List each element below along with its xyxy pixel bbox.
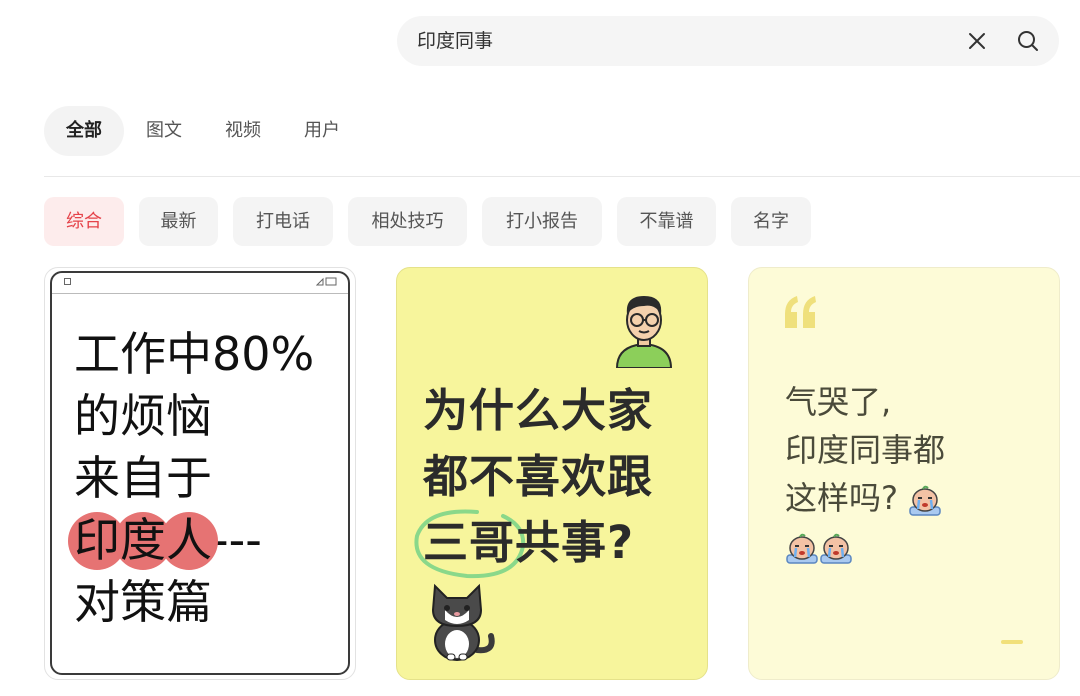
close-icon[interactable] xyxy=(965,29,989,53)
crying-emoji xyxy=(786,533,818,564)
card-1-line-5: 对策篇 xyxy=(74,575,212,629)
man-avatar-icon xyxy=(615,296,673,368)
note-card-3[interactable]: 气哭了, 印度同事都 这样吗? xyxy=(748,267,1060,680)
card-2-line-3: 三哥共事? xyxy=(423,516,635,569)
search-icon[interactable] xyxy=(1015,28,1041,54)
card-2-title: 为什么大家 都不喜欢跟 三哥共事? xyxy=(423,378,703,576)
filter-chip-report[interactable]: 打小报告 xyxy=(482,197,602,246)
tab-user[interactable]: 用户 xyxy=(292,106,352,156)
crying-emoji xyxy=(820,533,852,564)
tab-video[interactable]: 视频 xyxy=(213,106,273,156)
divider xyxy=(44,176,1080,177)
search-input[interactable]: 印度同事 xyxy=(417,16,493,66)
signal-icon xyxy=(316,277,337,286)
card-1-line-1: 工作中80% xyxy=(74,327,315,381)
card-3-line-1: 气哭了, xyxy=(785,383,892,421)
note-card-1[interactable]: 工作中80% 的烦恼 来自于 印度人--- 对策篇 xyxy=(44,267,356,680)
camera-icon xyxy=(64,278,71,285)
filter-chip-tips[interactable]: 相处技巧 xyxy=(348,197,467,246)
highlight-char: 人 xyxy=(160,509,218,571)
search-bar[interactable]: 印度同事 xyxy=(397,16,1059,66)
phone-status-bar xyxy=(52,273,348,294)
dash-decoration xyxy=(1001,640,1023,644)
filter-chip-latest[interactable]: 最新 xyxy=(139,197,218,246)
card-2-line-2: 都不喜欢跟 xyxy=(423,450,654,503)
card-3-emoji-row xyxy=(785,522,1045,570)
phone-frame: 工作中80% 的烦恼 来自于 印度人--- 对策篇 xyxy=(50,271,350,675)
filter-chip-phone-call[interactable]: 打电话 xyxy=(233,197,333,246)
card-2-line-1: 为什么大家 xyxy=(423,384,654,437)
card-1-text: 工作中80% 的烦恼 来自于 印度人--- 对策篇 xyxy=(68,323,354,633)
quote-icon xyxy=(785,296,816,328)
card-1-line-2: 的烦恼 xyxy=(74,389,212,443)
tab-all[interactable]: 全部 xyxy=(44,106,124,156)
card-3-line-3: 这样吗? xyxy=(785,474,1045,522)
cat-icon xyxy=(431,583,495,661)
card-3-line-2: 印度同事都 xyxy=(785,431,946,469)
crying-emoji xyxy=(909,485,941,516)
filter-chip-comprehensive[interactable]: 综合 xyxy=(44,197,124,246)
card-3-text: 气哭了, 印度同事都 这样吗? xyxy=(785,378,1045,570)
card-1-highlight-line: 印度人--- xyxy=(68,509,354,571)
card-1-line-3: 来自于 xyxy=(74,451,212,505)
highlight-char: 印 xyxy=(68,509,126,571)
filter-chip-name[interactable]: 名字 xyxy=(731,197,811,246)
card-1-suffix: --- xyxy=(212,513,262,567)
tab-image-text[interactable]: 图文 xyxy=(134,106,194,156)
highlight-char: 度 xyxy=(114,509,172,571)
filter-chip-unreliable[interactable]: 不靠谱 xyxy=(617,197,716,246)
note-card-2[interactable]: 为什么大家 都不喜欢跟 三哥共事? xyxy=(396,267,708,680)
